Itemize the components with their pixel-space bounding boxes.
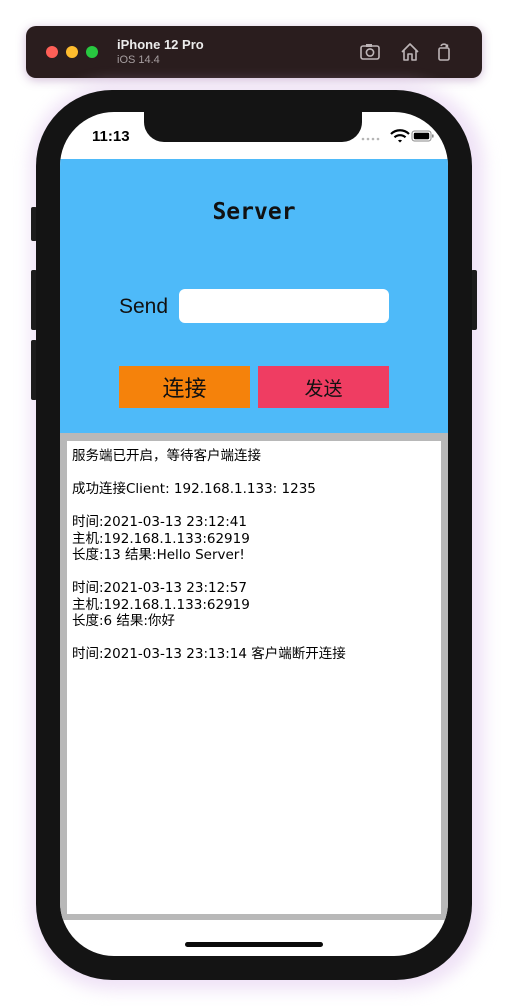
log-line: 长度:6 结果:你好 xyxy=(72,613,175,629)
log-line: 长度:13 结果:Hello Server! xyxy=(72,547,245,563)
screenshot-icon[interactable] xyxy=(359,41,381,63)
rotate-icon[interactable] xyxy=(433,41,455,63)
log-line: 服务端已开启，等待客户端连接 xyxy=(72,448,261,464)
notch xyxy=(144,112,362,142)
send-message-input[interactable] xyxy=(179,289,389,323)
log-line: 主机:192.168.1.133:62919 xyxy=(72,596,250,613)
minimize-window-button[interactable] xyxy=(66,46,78,58)
zoom-window-button[interactable] xyxy=(86,46,98,58)
connect-button[interactable]: 连接 xyxy=(119,366,250,408)
wifi-icon xyxy=(390,129,410,143)
os-version: iOS 14.4 xyxy=(117,54,160,66)
log-line: 主机:192.168.1.133:62919 xyxy=(72,530,250,547)
log-line: 时间:2021-03-13 23:13:14 客户端断开连接 xyxy=(72,646,346,662)
status-icons xyxy=(361,129,434,143)
close-window-button[interactable] xyxy=(46,46,58,58)
server-control-panel: Server Send 连接 发送 xyxy=(60,159,448,433)
send-button[interactable]: 发送 xyxy=(258,366,389,408)
status-time: 11:13 xyxy=(92,128,130,145)
message-log[interactable]: 服务端已开启，等待客户端连接成功连接Client: 192.168.1.133:… xyxy=(67,441,441,914)
battery-icon xyxy=(411,130,434,142)
log-line: 时间:2021-03-13 23:12:57 xyxy=(72,580,247,596)
simulator-title-bar: iPhone 12 Pro iOS 14.4 xyxy=(26,26,482,78)
log-line: 时间:2021-03-13 23:12:41 xyxy=(72,514,247,530)
log-line: 成功连接Client: 192.168.1.133: 1235 xyxy=(72,481,316,497)
send-label: Send xyxy=(119,295,169,318)
home-icon[interactable] xyxy=(399,41,421,63)
page-title: Server xyxy=(212,199,296,225)
device-name: iPhone 12 Pro xyxy=(117,37,204,52)
log-frame: 服务端已开启，等待客户端连接成功连接Client: 192.168.1.133:… xyxy=(60,433,448,920)
home-indicator[interactable] xyxy=(185,942,323,947)
phone-screen: 11:13 Server Send 连接 发送 服务端已开启，等待客户端连接成功… xyxy=(60,112,448,956)
signal-icon xyxy=(361,137,380,141)
